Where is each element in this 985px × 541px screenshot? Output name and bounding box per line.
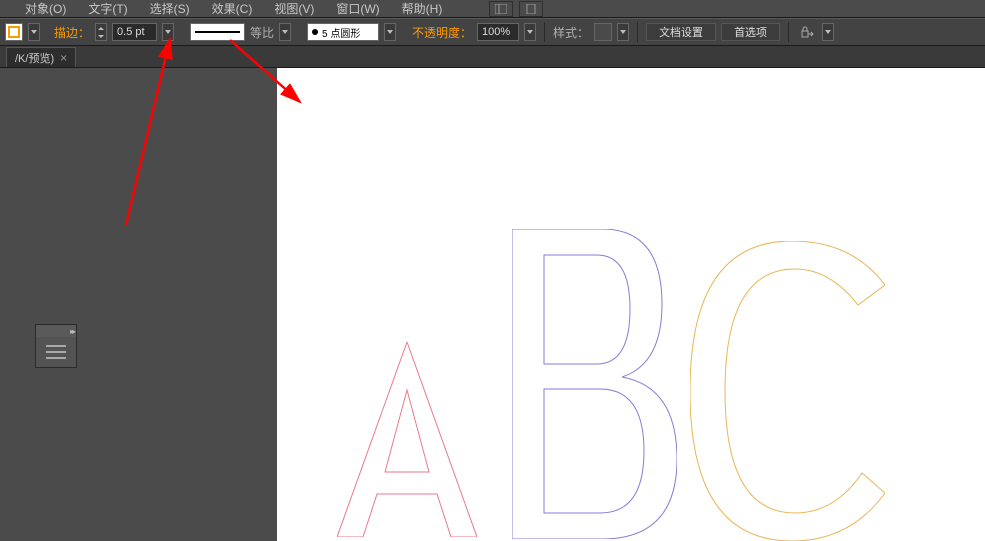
stroke-label: 描边： xyxy=(54,24,90,41)
menu-help[interactable]: 帮助(H) xyxy=(402,0,443,17)
canvas[interactable] xyxy=(277,68,985,541)
doc-icon[interactable] xyxy=(519,1,543,17)
control-bar: 描边： 等比 5 点圆形 不透明度： 样式： 文档设置 首选项 xyxy=(0,18,985,46)
stroke-weight-dropdown[interactable] xyxy=(162,23,174,41)
menu-bar: 对象(O) 文字(T) 选择(S) 效果(C) 视图(V) 窗口(W) 帮助(H… xyxy=(0,0,985,18)
separator xyxy=(544,22,545,42)
menu-type[interactable]: 文字(T) xyxy=(88,0,127,17)
stroke-spinner[interactable] xyxy=(95,23,107,41)
brush-preview[interactable]: 5 点圆形 xyxy=(307,23,379,41)
profile-dropdown[interactable] xyxy=(279,23,291,41)
menu-window[interactable]: 窗口(W) xyxy=(336,0,379,17)
collapse-icon[interactable]: ▸▸ xyxy=(70,327,74,336)
menu-effect[interactable]: 效果(C) xyxy=(212,0,253,17)
profile-label: 等比 xyxy=(250,24,274,41)
tab-close-button[interactable]: × xyxy=(60,51,67,65)
prefs-button[interactable]: 首选项 xyxy=(721,23,780,41)
letter-b xyxy=(512,229,677,539)
layout-icon[interactable] xyxy=(489,1,513,17)
separator xyxy=(637,22,638,42)
separator xyxy=(788,22,789,42)
letter-a xyxy=(337,342,477,537)
fill-dropdown[interactable] xyxy=(28,23,40,41)
tab-label: /K/预览) xyxy=(15,50,54,66)
profile-preview[interactable] xyxy=(190,23,245,41)
style-swatch[interactable] xyxy=(594,23,612,41)
opacity-dropdown[interactable] xyxy=(524,23,536,41)
letter-c xyxy=(690,241,885,541)
doc-setup-button[interactable]: 文档设置 xyxy=(646,23,716,41)
brush-name: 5 点圆形 xyxy=(322,25,360,40)
lock-dropdown[interactable] xyxy=(822,23,834,41)
menu-select[interactable]: 选择(S) xyxy=(150,0,190,17)
brush-dropdown[interactable] xyxy=(384,23,396,41)
opacity-label: 不透明度： xyxy=(412,24,472,41)
tab-bar: /K/预览) × xyxy=(0,46,985,68)
document-tab[interactable]: /K/预览) × xyxy=(6,47,76,67)
menubar-right-icons xyxy=(489,1,543,17)
panel-header[interactable]: ▸▸ xyxy=(36,325,76,337)
opacity-input[interactable] xyxy=(477,23,519,41)
lock-icon[interactable] xyxy=(797,23,817,41)
menu-object[interactable]: 对象(O) xyxy=(25,0,66,17)
floating-panel[interactable]: ▸▸ xyxy=(35,324,77,368)
style-dropdown[interactable] xyxy=(617,23,629,41)
fill-swatch[interactable] xyxy=(5,23,23,41)
left-sidebar: ▸▸ xyxy=(0,68,277,541)
style-label: 样式： xyxy=(553,24,589,41)
panel-icon[interactable] xyxy=(36,337,76,367)
stroke-weight-input[interactable] xyxy=(112,23,157,41)
menu-view[interactable]: 视图(V) xyxy=(274,0,314,17)
workspace: ▸▸ xyxy=(0,68,985,541)
